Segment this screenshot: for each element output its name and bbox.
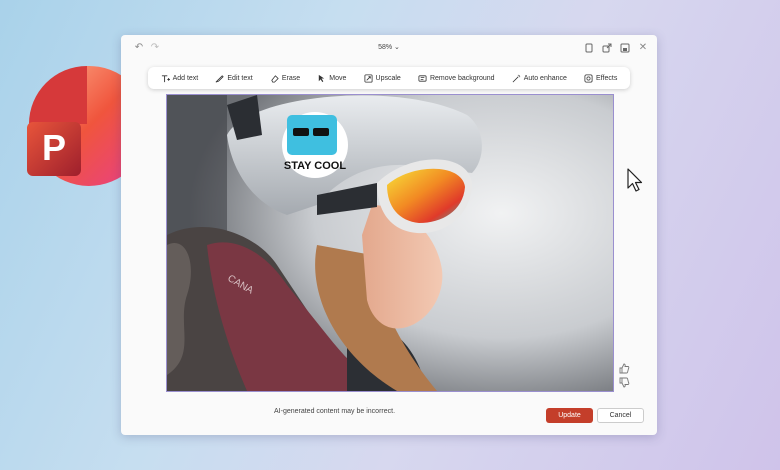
edit-toolbar: Add text Edit text Erase Move Upscale Re… (148, 67, 630, 89)
tool-label: Edit text (227, 74, 253, 82)
logo-letter: P (42, 127, 66, 168)
skier-photo: STAY COOL CANA (167, 95, 613, 391)
add-text-icon (161, 74, 170, 82)
tool-label: Auto enhance (523, 74, 567, 82)
stay-cool-sticker: STAY COOL (282, 112, 348, 178)
zoom-label: 58% (378, 44, 393, 51)
tool-label: Effects (596, 74, 618, 82)
move-icon (319, 74, 325, 82)
edit-text-button[interactable]: Edit text (215, 74, 253, 83)
edit-text-icon (216, 74, 225, 82)
remove-background-button[interactable]: Remove background (418, 74, 495, 83)
share-icon[interactable] (601, 42, 613, 54)
tool-label: Erase (281, 74, 301, 82)
update-button[interactable]: Update (546, 408, 593, 423)
auto-enhance-icon (512, 74, 520, 82)
sticker-text: STAY COOL (284, 160, 346, 172)
remove-background-icon (418, 74, 427, 82)
image-editor-dialog: ↶ ↷ 58% ⌄ ✕ Add text Edit text Erase Mov… (121, 35, 657, 435)
ai-disclaimer: AI-generated content may be incorrect. (274, 408, 396, 415)
erase-button[interactable]: Erase (270, 74, 300, 83)
tool-label: Move (329, 74, 347, 82)
tool-label: Add text (172, 74, 199, 82)
thumbs-up-icon[interactable] (618, 362, 630, 374)
effects-icon (584, 73, 593, 83)
add-text-button[interactable]: Add text (161, 74, 199, 83)
upscale-button[interactable]: Upscale (364, 73, 401, 83)
mouse-cursor-icon (627, 168, 643, 192)
image-canvas[interactable]: STAY COOL CANA (166, 94, 614, 392)
thumbs-down-icon[interactable] (618, 377, 630, 389)
save-icon[interactable] (619, 42, 631, 54)
cancel-button[interactable]: Cancel (597, 408, 644, 423)
erase-icon (271, 74, 279, 83)
tool-label: Upscale (375, 74, 401, 82)
upscale-icon (364, 73, 373, 83)
titlebar: ↶ ↷ 58% ⌄ ✕ (121, 35, 657, 61)
effects-button[interactable]: Effects (584, 73, 618, 83)
zoom-dropdown[interactable]: 58% ⌄ (121, 43, 657, 51)
auto-enhance-button[interactable]: Auto enhance (512, 74, 567, 83)
chevron-down-icon: ⌄ (394, 44, 400, 51)
copy-icon[interactable] (583, 42, 595, 54)
close-icon[interactable]: ✕ (637, 42, 649, 54)
move-button[interactable]: Move (317, 74, 346, 83)
tool-label: Remove background (429, 74, 495, 82)
